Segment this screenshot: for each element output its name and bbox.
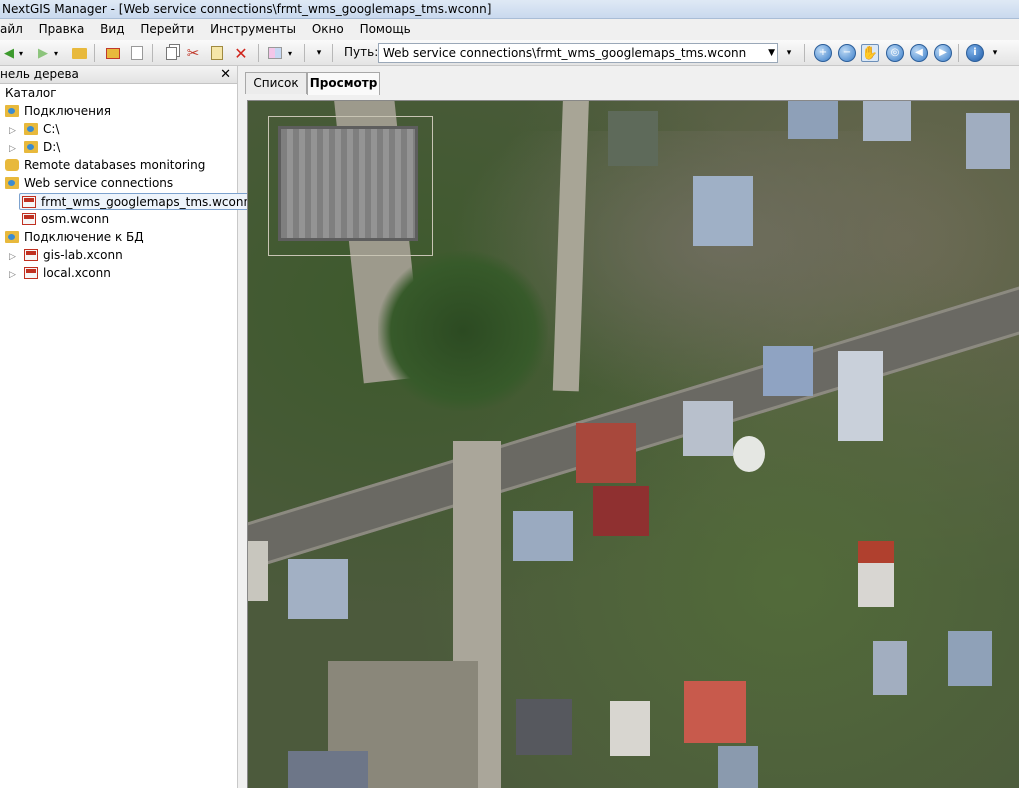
- tab-preview[interactable]: Просмотр: [307, 72, 380, 95]
- tree-panel: нель дерева ✕ Каталог Подключения ▷ C:\ ▷…: [0, 66, 255, 788]
- path-value: Web service connections\frmt_wms_googlem…: [383, 46, 747, 60]
- expand-arrow-icon[interactable]: ▷: [9, 123, 19, 140]
- path-input[interactable]: Web service connections\frmt_wms_googlem…: [378, 43, 778, 63]
- back-arrow-icon[interactable]: ◀: [0, 44, 18, 62]
- paste-icon[interactable]: [208, 44, 226, 62]
- tree-node-catalog[interactable]: Каталог: [5, 85, 57, 102]
- copy-icon[interactable]: [162, 44, 180, 62]
- forward-dropdown-icon[interactable]: ▾: [52, 44, 60, 62]
- tree-node-label: frmt_wms_googlemaps_tms.wconn: [41, 195, 252, 209]
- toolbar-separator: [152, 44, 153, 62]
- path-dropdown-icon[interactable]: ▼: [768, 44, 775, 62]
- toolbar-overflow-icon[interactable]: ▾: [314, 44, 324, 62]
- menu-bar: айл Правка Вид Перейти Инструменты Окно …: [0, 19, 1019, 39]
- expand-arrow-icon[interactable]: ▷: [9, 249, 19, 266]
- zoom-in-icon[interactable]: +: [814, 44, 832, 62]
- zoom-out-icon[interactable]: −: [838, 44, 856, 62]
- delete-icon[interactable]: ✕: [232, 44, 250, 63]
- tree-node-label: gis-lab.xconn: [43, 248, 123, 262]
- full-extent-icon[interactable]: ◎: [886, 44, 904, 62]
- cut-icon[interactable]: ✂: [184, 44, 202, 62]
- tree-node-db-connection[interactable]: Подключение к БД: [5, 229, 144, 246]
- drive-folder-icon: [24, 123, 38, 135]
- tree-node-connections[interactable]: Подключения: [5, 103, 111, 120]
- map-preview[interactable]: [247, 100, 1019, 788]
- drive-folder-icon: [24, 141, 38, 153]
- tree-node-label: D:\: [43, 140, 61, 154]
- menu-view[interactable]: Вид: [94, 19, 130, 39]
- wms-connection-icon: [22, 196, 36, 208]
- toolbar-separator: [332, 44, 333, 62]
- tree-node-label: Web service connections: [24, 176, 174, 190]
- expand-arrow-icon[interactable]: ▷: [9, 141, 19, 158]
- view-mode-dropdown-icon[interactable]: ▾: [286, 44, 294, 62]
- toolbar-separator: [958, 44, 959, 62]
- menu-file[interactable]: айл: [0, 19, 29, 39]
- next-extent-icon[interactable]: ▶: [934, 44, 952, 62]
- folder-up-icon[interactable]: [70, 44, 88, 62]
- pan-hand-icon[interactable]: ✋: [861, 44, 879, 62]
- tree-node-gis-lab[interactable]: ▷ gis-lab.xconn: [9, 247, 123, 264]
- tree-panel-header: нель дерева ✕: [0, 66, 237, 84]
- toolbar-separator: [804, 44, 805, 62]
- view-mode-icon[interactable]: [266, 44, 284, 62]
- toolbar-separator: [304, 44, 305, 62]
- new-folder-icon[interactable]: [104, 44, 122, 62]
- tree-node-osm[interactable]: osm.wconn: [22, 211, 109, 228]
- tree-node-label: Remote databases monitoring: [24, 158, 206, 172]
- tree-node-local[interactable]: ▷ local.xconn: [9, 265, 111, 282]
- menu-window[interactable]: Окно: [306, 19, 350, 39]
- tree-node-label: Подключения: [24, 104, 112, 118]
- info-icon[interactable]: i: [966, 44, 984, 62]
- prev-extent-icon[interactable]: ◀: [910, 44, 928, 62]
- folder-icon: [5, 105, 19, 117]
- tab-list[interactable]: Список: [245, 72, 307, 94]
- forward-arrow-icon[interactable]: ▶: [34, 44, 52, 62]
- tree-node-label: C:\: [43, 122, 60, 136]
- tree-node-label: Каталог: [5, 86, 57, 100]
- menu-help[interactable]: Помощь: [354, 19, 417, 39]
- tree-node-label: local.xconn: [43, 266, 111, 280]
- wms-connection-icon: [22, 213, 36, 225]
- menu-go[interactable]: Перейти: [134, 19, 200, 39]
- path-overflow-icon[interactable]: ▾: [784, 44, 794, 62]
- web-folder-icon: [5, 177, 19, 189]
- back-dropdown-icon[interactable]: ▾: [17, 44, 25, 62]
- tree-node-remote-db[interactable]: Remote databases monitoring: [5, 157, 205, 174]
- new-item-icon[interactable]: [128, 44, 146, 62]
- menu-edit[interactable]: Правка: [33, 19, 91, 39]
- tree-panel-title: нель дерева: [0, 67, 79, 81]
- tree-node-drive-d[interactable]: ▷ D:\: [9, 139, 60, 156]
- menu-tools[interactable]: Инструменты: [204, 19, 302, 39]
- path-label: Путь:: [344, 45, 379, 59]
- nav-overflow-icon[interactable]: ▾: [990, 44, 1000, 62]
- toolbar-separator: [258, 44, 259, 62]
- expand-arrow-icon[interactable]: ▷: [9, 267, 19, 284]
- db-folder-icon: [5, 231, 19, 243]
- close-icon[interactable]: ✕: [220, 66, 231, 83]
- db-connection-icon: [24, 249, 38, 261]
- db-connection-icon: [24, 267, 38, 279]
- tree-node-label: osm.wconn: [41, 212, 110, 226]
- database-icon: [5, 159, 19, 171]
- tree-node-label: Подключение к БД: [24, 230, 144, 244]
- tree-node-googlemaps[interactable]: frmt_wms_googlemaps_tms.wconn: [19, 193, 255, 210]
- tree-node-web-services[interactable]: Web service connections: [5, 175, 173, 192]
- tree-node-drive-c[interactable]: ▷ C:\: [9, 121, 59, 138]
- toolbar-separator: [94, 44, 95, 62]
- main-toolbar: ◀ ▾ ▶ ▾ ✂ ✕ ▾ ▾ Путь: Web service connec…: [0, 40, 1019, 66]
- window-title: NextGIS Manager - [Web service connectio…: [0, 0, 1019, 19]
